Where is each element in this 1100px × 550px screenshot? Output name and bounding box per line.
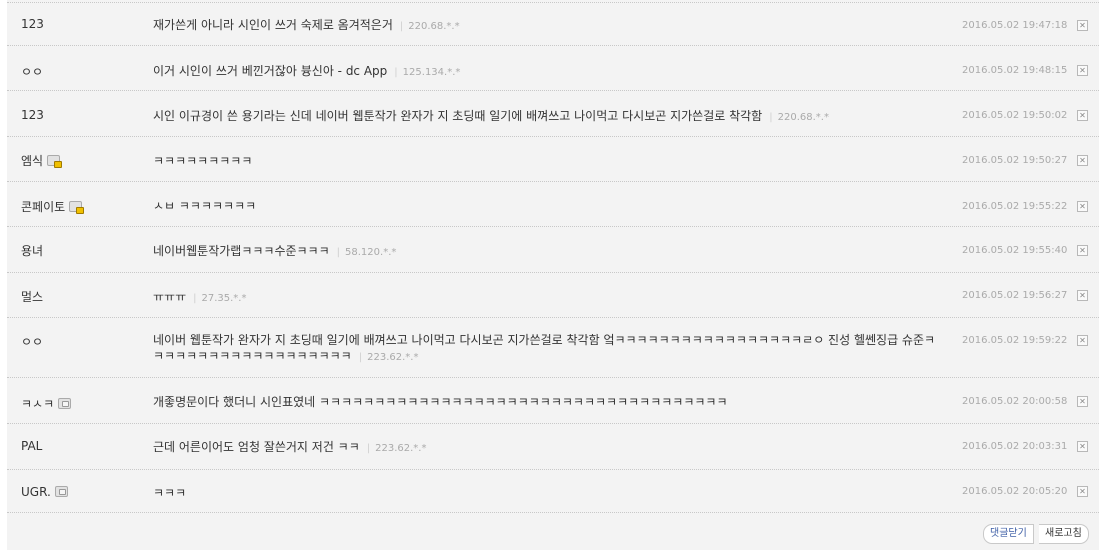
comment-text-box: 네이버 웹툰작가 완자가 지 초딩때 일기에 배껴쓰고 나이먹고 다시보곤 지가… bbox=[153, 332, 943, 366]
comment-date: 2016.05.02 19:48:15 bbox=[962, 65, 1068, 76]
comment-text-box: 이거 시인이 쓰거 베낀거잖아 븅신아 - dc App | 125.134.*.* bbox=[153, 63, 953, 81]
comment-nick[interactable]: 용녀 bbox=[21, 242, 43, 259]
comment-row: 엠식 ㅋㅋㅋㅋㅋㅋㅋㅋㅋ 2016.05.02 19:50:27 ✕ bbox=[7, 137, 1099, 182]
comment-nick-label: ㅋㅅㅋ bbox=[21, 397, 55, 411]
comment-date: 2016.05.02 19:47:18 bbox=[962, 20, 1068, 31]
comment-nick-label: UGR. bbox=[21, 485, 51, 499]
ip-separator: | bbox=[394, 67, 398, 78]
comment-nick[interactable]: ㅋㅅㅋ bbox=[21, 395, 72, 412]
fixed-gallog-icon[interactable] bbox=[69, 201, 85, 214]
comment-text: 네이버 웹툰작가 완자가 지 초딩때 일기에 배껴쓰고 나이먹고 다시보곤 지가… bbox=[153, 333, 936, 363]
comment-text-box: 근데 어른이어도 엄청 잘쓴거지 저건 ㅋㅋ | 223.62.*.* bbox=[153, 439, 953, 457]
comment-date: 2016.05.02 19:55:40 bbox=[962, 245, 1068, 256]
comment-date: 2016.05.02 19:50:27 bbox=[962, 155, 1068, 166]
comment-nick[interactable]: 콘페이토 bbox=[21, 198, 85, 215]
comment-text: ㅋㅋㅋㅋㅋㅋㅋㅋㅋ bbox=[153, 154, 253, 168]
comment-nick[interactable]: ㅇㅇ bbox=[21, 63, 43, 80]
comment-row: PAL 근데 어른이어도 엄청 잘쓴거지 저건 ㅋㅋ | 223.62.*.* 20… bbox=[7, 424, 1099, 470]
comment-list: 123 재가쓴게 아니라 시인이 쓰거 숙제로 옴겨적은거 | 220.68.*.*… bbox=[7, 0, 1099, 550]
refresh-button[interactable]: 새로고침 bbox=[1039, 524, 1089, 544]
comment-row: 멀스 ㅠㅠㅠ | 27.35.*.* 2016.05.02 19:56:27 ✕ bbox=[7, 273, 1099, 318]
comment-ip: 125.134.*.* bbox=[402, 67, 461, 78]
comment-ip: 223.62.*.* bbox=[375, 443, 427, 454]
comment-ip: 220.68.*.* bbox=[777, 112, 829, 123]
comment-row: UGR. ㅋㅋㅋ 2016.05.02 20:05:20 ✕ bbox=[7, 470, 1099, 513]
comment-row: 용녀 네이버웹툰작가랩ㅋㅋㅋ수준ㅋㅋㅋ | 58.120.*.* 2016.05.0… bbox=[7, 227, 1099, 273]
comment-date: 2016.05.02 19:56:27 bbox=[962, 290, 1068, 301]
close-icon[interactable]: ✕ bbox=[1077, 155, 1088, 166]
close-comments-button[interactable]: 댓글닫기 bbox=[983, 524, 1034, 544]
ip-separator: | bbox=[399, 21, 404, 32]
comment-text: 재가쓴게 아니라 시인이 쓰거 숙제로 옴겨적은거 bbox=[153, 18, 393, 32]
flow-gallog-icon[interactable] bbox=[54, 486, 68, 497]
close-icon[interactable]: ✕ bbox=[1077, 110, 1088, 121]
close-icon[interactable]: ✕ bbox=[1077, 20, 1088, 31]
comment-text: ㅠㅠㅠ bbox=[153, 290, 187, 304]
comment-text-box: ㅠㅠㅠ | 27.35.*.* bbox=[153, 289, 953, 307]
comment-row: 콘페이토 ㅅㅂ ㅋㅋㅋㅋㅋㅋㅋ 2016.05.02 19:55:22 ✕ bbox=[7, 182, 1099, 227]
comment-text-box: 네이버웹툰작가랩ㅋㅋㅋ수준ㅋㅋㅋ | 58.120.*.* bbox=[153, 243, 953, 261]
comment-text: 네이버웹툰작가랩ㅋㅋㅋ수준ㅋㅋㅋ bbox=[153, 244, 330, 258]
close-icon[interactable]: ✕ bbox=[1077, 245, 1088, 256]
comment-row: 123 시인 이규경이 쓴 용기라는 신데 네이버 웹툰작가 완자가 지 초딩때… bbox=[7, 91, 1099, 137]
ip-separator: | bbox=[336, 247, 341, 258]
comment-text: ㅅㅂ ㅋㅋㅋㅋㅋㅋㅋ bbox=[153, 199, 257, 213]
comment-ip: 58.120.*.* bbox=[345, 247, 397, 258]
comment-text-box: ㅋㅋㅋㅋㅋㅋㅋㅋㅋ bbox=[153, 153, 953, 169]
close-icon[interactable]: ✕ bbox=[1077, 65, 1088, 76]
comment-text-box: 재가쓴게 아니라 시인이 쓰거 숙제로 옴겨적은거 | 220.68.*.* bbox=[153, 17, 953, 35]
comment-nick[interactable]: UGR. bbox=[21, 485, 68, 499]
comment-ip: 220.68.*.* bbox=[408, 21, 460, 32]
comment-row: ㅇㅇ 네이버 웹툰작가 완자가 지 초딩때 일기에 배껴쓰고 나이먹고 다시보곤… bbox=[7, 318, 1099, 378]
comment-ip: 27.35.*.* bbox=[201, 293, 247, 304]
comment-nick[interactable]: 123 bbox=[21, 108, 44, 122]
comment-text: 개좋명문이다 했더니 시인표였네 ㅋㅋㅋㅋㅋㅋㅋㅋㅋㅋㅋㅋㅋㅋㅋㅋㅋㅋㅋㅋㅋㅋㅋ… bbox=[153, 395, 728, 409]
comment-nick-label: 콘페이토 bbox=[21, 200, 66, 214]
comment-text: 이거 시인이 쓰거 베낀거잖아 븅신아 - dc App bbox=[153, 64, 388, 78]
comment-date: 2016.05.02 20:03:31 bbox=[962, 441, 1068, 452]
comment-date: 2016.05.02 19:55:22 bbox=[962, 201, 1068, 212]
comment-footer: 댓글닫기 새로고침 bbox=[7, 512, 1099, 550]
comment-nick[interactable]: 123 bbox=[21, 17, 44, 31]
comment-text-box: 시인 이규경이 쓴 용기라는 신데 네이버 웹툰작가 완자가 지 초딩때 일기에… bbox=[153, 108, 953, 126]
flow-gallog-icon[interactable] bbox=[58, 398, 72, 409]
fixed-gallog-icon[interactable] bbox=[47, 155, 63, 168]
ip-separator: | bbox=[366, 443, 371, 454]
close-icon[interactable]: ✕ bbox=[1077, 486, 1088, 497]
comment-nick[interactable]: 엠식 bbox=[21, 152, 63, 169]
close-icon[interactable]: ✕ bbox=[1077, 396, 1088, 407]
comment-text-box: 개좋명문이다 했더니 시인표였네 ㅋㅋㅋㅋㅋㅋㅋㅋㅋㅋㅋㅋㅋㅋㅋㅋㅋㅋㅋㅋㅋㅋㅋ… bbox=[153, 394, 953, 410]
comment-row: ㅋㅅㅋ 개좋명문이다 했더니 시인표였네 ㅋㅋㅋㅋㅋㅋㅋㅋㅋㅋㅋㅋㅋㅋㅋㅋㅋㅋㅋ… bbox=[7, 378, 1099, 424]
comment-text: 근데 어른이어도 엄청 잘쓴거지 저건 ㅋㅋ bbox=[153, 440, 360, 454]
comment-date: 2016.05.02 20:00:58 bbox=[962, 396, 1068, 407]
comment-text: ㅋㅋㅋ bbox=[153, 486, 187, 500]
comment-date: 2016.05.02 20:05:20 bbox=[962, 486, 1068, 497]
comment-row: 123 재가쓴게 아니라 시인이 쓰거 숙제로 옴겨적은거 | 220.68.*.*… bbox=[7, 3, 1099, 46]
comment-text: 시인 이규경이 쓴 용기라는 신데 네이버 웹툰작가 완자가 지 초딩때 일기에… bbox=[153, 109, 763, 123]
ip-separator: | bbox=[358, 352, 363, 363]
comment-ip: 223.62.*.* bbox=[367, 352, 419, 363]
comment-row: ㅇㅇ 이거 시인이 쓰거 베낀거잖아 븅신아 - dc App | 125.134.… bbox=[7, 46, 1099, 91]
comment-nick-label: 엠식 bbox=[21, 154, 44, 168]
comment-nick[interactable]: 멀스 bbox=[21, 288, 43, 305]
close-icon[interactable]: ✕ bbox=[1077, 201, 1088, 212]
comment-date: 2016.05.02 19:50:02 bbox=[962, 110, 1068, 121]
close-icon[interactable]: ✕ bbox=[1077, 335, 1088, 346]
comment-nick[interactable]: PAL bbox=[21, 439, 42, 453]
ip-separator: | bbox=[769, 112, 773, 123]
comment-text-box: ㅋㅋㅋ bbox=[153, 485, 953, 501]
close-icon[interactable]: ✕ bbox=[1077, 290, 1088, 301]
close-icon[interactable]: ✕ bbox=[1077, 441, 1088, 452]
comment-text-box: ㅅㅂ ㅋㅋㅋㅋㅋㅋㅋ bbox=[153, 198, 953, 214]
ip-separator: | bbox=[193, 293, 197, 304]
comment-date: 2016.05.02 19:59:22 bbox=[962, 335, 1068, 346]
comment-nick[interactable]: ㅇㅇ bbox=[21, 333, 43, 350]
